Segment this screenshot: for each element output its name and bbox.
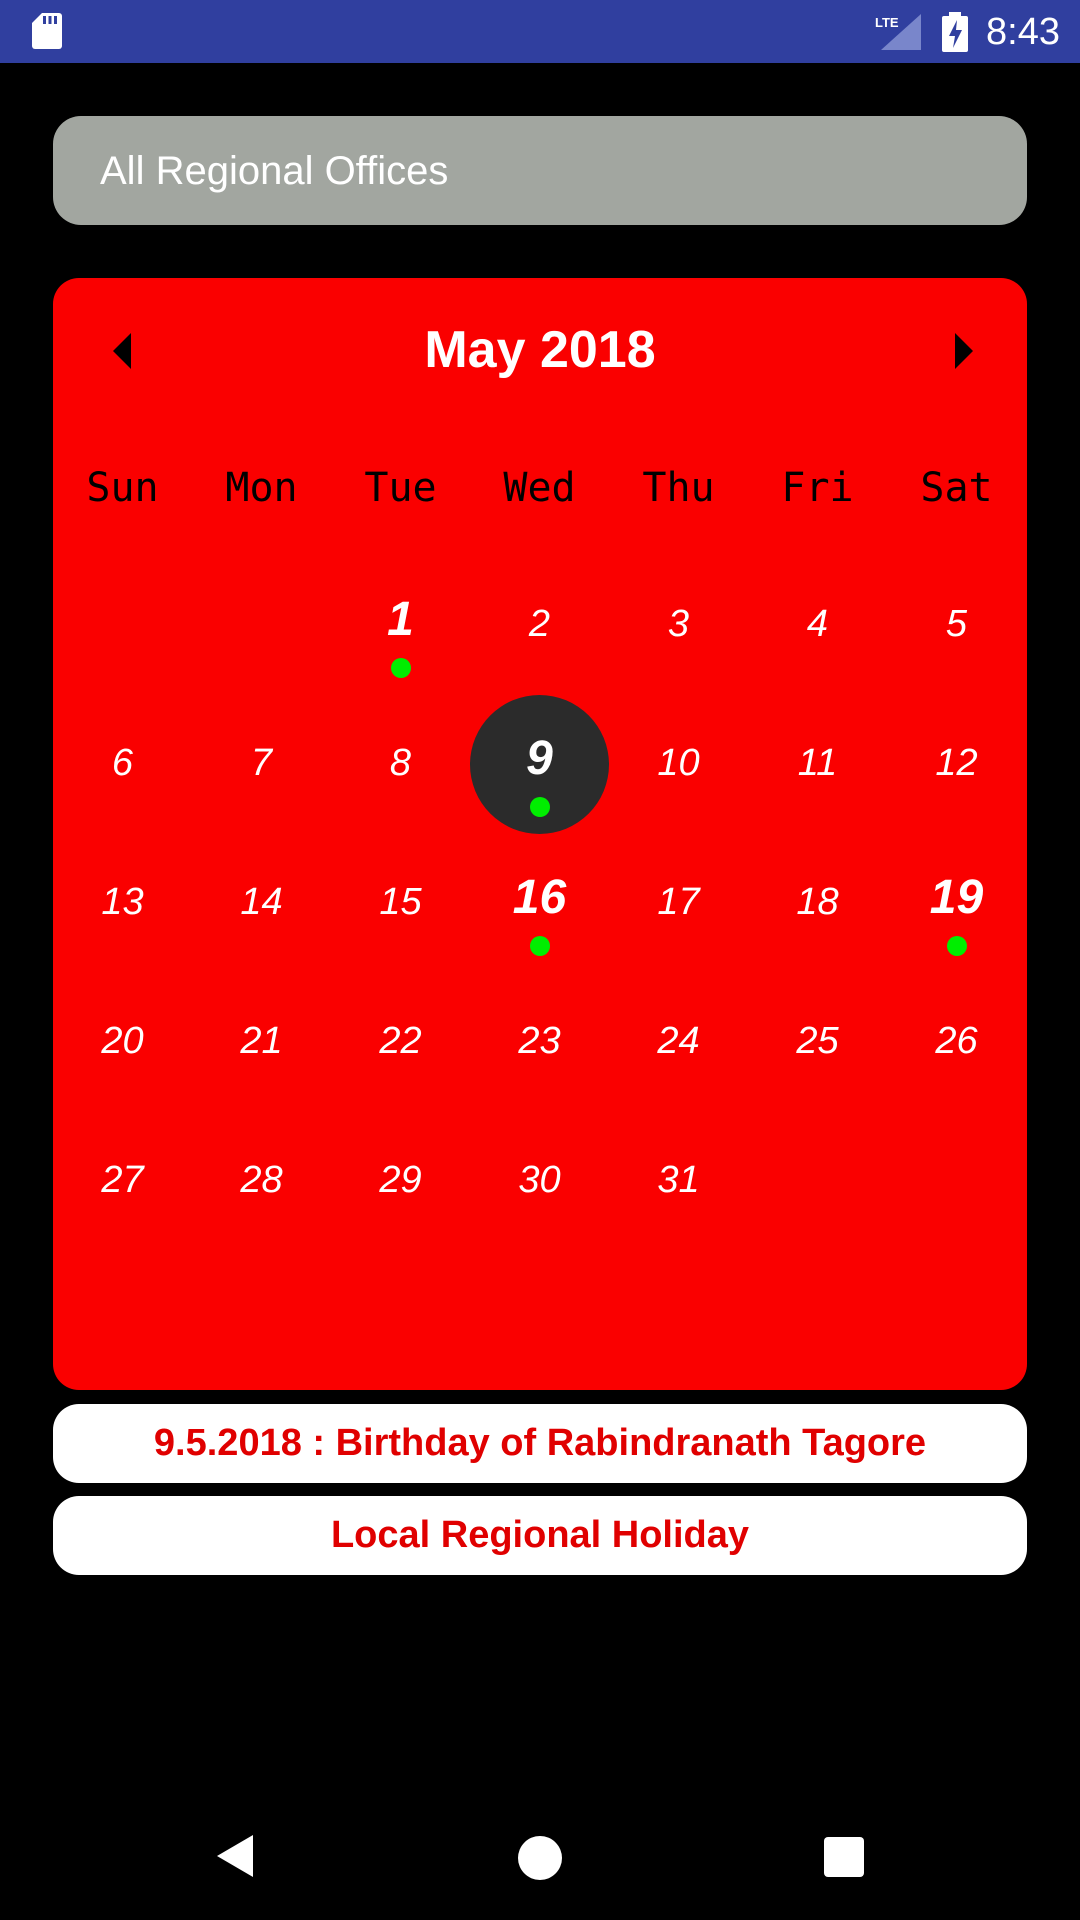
calendar-day[interactable]: 18 xyxy=(748,834,887,973)
day-number: 24 xyxy=(657,1020,700,1062)
month-title: May 2018 xyxy=(424,321,656,379)
day-number: 19 xyxy=(929,871,984,924)
calendar-day[interactable]: 24 xyxy=(609,973,748,1112)
day-number: 2 xyxy=(528,603,551,645)
recents-icon[interactable] xyxy=(824,1837,864,1877)
calendar-day[interactable]: 19 xyxy=(887,834,1026,973)
weekday-fri: Fri xyxy=(781,465,854,511)
calendar-day[interactable]: 2 xyxy=(470,556,609,695)
calendar-day[interactable]: 21 xyxy=(192,973,331,1112)
region-dropdown-value: All Regional Offices xyxy=(100,149,449,193)
calendar-day[interactable]: 8 xyxy=(331,695,470,834)
day-number: 16 xyxy=(512,871,567,924)
back-icon[interactable] xyxy=(215,1833,255,1879)
lte-signal-icon: LTE xyxy=(875,14,921,50)
calendar-day[interactable]: 29 xyxy=(331,1112,470,1251)
svg-text:LTE: LTE xyxy=(875,15,899,30)
day-number: 28 xyxy=(240,1159,283,1201)
calendar-day-selected[interactable]: 9 xyxy=(470,695,609,834)
region-dropdown[interactable]: All Regional Offices xyxy=(53,116,1027,225)
day-number: 13 xyxy=(101,881,144,923)
calendar-day[interactable]: 20 xyxy=(53,973,192,1112)
day-number: 29 xyxy=(379,1159,422,1201)
event-dot xyxy=(530,936,550,956)
weekday-wed: Wed xyxy=(503,465,576,511)
sd-card-icon xyxy=(32,13,62,49)
day-number: 6 xyxy=(111,742,134,784)
day-number: 23 xyxy=(518,1020,561,1062)
day-number: 4 xyxy=(806,603,829,645)
calendar-day[interactable]: 5 xyxy=(887,556,1026,695)
weekday-sun: Sun xyxy=(86,465,159,511)
calendar-day[interactable]: 6 xyxy=(53,695,192,834)
calendar-day[interactable]: 22 xyxy=(331,973,470,1112)
day-number: 21 xyxy=(240,1020,283,1062)
calendar-day[interactable]: 17 xyxy=(609,834,748,973)
day-number: 22 xyxy=(379,1020,422,1062)
day-number: 3 xyxy=(667,603,690,645)
calendar-day[interactable]: 10 xyxy=(609,695,748,834)
day-number: 30 xyxy=(518,1159,561,1201)
calendar-day[interactable]: 7 xyxy=(192,695,331,834)
day-number: 20 xyxy=(101,1020,144,1062)
day-number: 17 xyxy=(657,881,700,923)
day-number: 1 xyxy=(387,593,414,646)
navigation-bar xyxy=(0,1800,1080,1920)
event-item[interactable]: Local Regional Holiday xyxy=(53,1496,1027,1575)
weekday-mon: Mon xyxy=(225,465,298,511)
day-number: 15 xyxy=(379,881,422,923)
day-number: 8 xyxy=(389,742,412,784)
day-number: 11 xyxy=(797,742,838,784)
chevron-right-icon[interactable] xyxy=(947,329,977,373)
day-number: 12 xyxy=(935,742,978,784)
day-number: 5 xyxy=(945,603,968,645)
calendar-day[interactable]: 31 xyxy=(609,1112,748,1251)
calendar-day[interactable]: 28 xyxy=(192,1112,331,1251)
day-number: 25 xyxy=(796,1020,839,1062)
calendar-day[interactable]: 12 xyxy=(887,695,1026,834)
calendar-day[interactable]: 11 xyxy=(748,695,887,834)
event-dot xyxy=(530,797,550,817)
event-dot xyxy=(947,936,967,956)
calendar-day[interactable]: 26 xyxy=(887,973,1026,1112)
weekday-thu: Thu xyxy=(642,465,715,511)
day-number: 14 xyxy=(240,881,283,923)
day-number: 7 xyxy=(250,742,273,784)
home-icon[interactable] xyxy=(518,1836,562,1880)
day-number: 26 xyxy=(935,1020,978,1062)
calendar-day[interactable]: 16 xyxy=(470,834,609,973)
calendar-day[interactable]: 30 xyxy=(470,1112,609,1251)
status-bar: LTE 8:43 xyxy=(0,0,1080,63)
calendar-day[interactable]: 4 xyxy=(748,556,887,695)
day-number: 9 xyxy=(526,732,553,785)
battery-charging-icon xyxy=(942,12,968,52)
weekday-tue: Tue xyxy=(364,465,437,511)
calendar-day[interactable]: 23 xyxy=(470,973,609,1112)
clock: 8:43 xyxy=(986,11,1060,53)
calendar-day[interactable]: 3 xyxy=(609,556,748,695)
day-number: 18 xyxy=(796,881,839,923)
calendar-day[interactable]: 13 xyxy=(53,834,192,973)
calendar-day[interactable]: 25 xyxy=(748,973,887,1112)
calendar: May 2018 Sun Mon Tue Wed Thu Fri Sat 123… xyxy=(53,278,1027,1390)
day-number: 27 xyxy=(101,1159,144,1201)
calendar-day[interactable]: 1 xyxy=(331,556,470,695)
event-item[interactable]: 9.5.2018 : Birthday of Rabindranath Tago… xyxy=(53,1404,1027,1483)
weekday-sat: Sat xyxy=(920,465,993,511)
day-number: 31 xyxy=(657,1159,700,1201)
day-number: 10 xyxy=(657,742,700,784)
calendar-day[interactable]: 27 xyxy=(53,1112,192,1251)
calendar-day[interactable]: 15 xyxy=(331,834,470,973)
event-dot xyxy=(391,658,411,678)
calendar-day[interactable]: 14 xyxy=(192,834,331,973)
